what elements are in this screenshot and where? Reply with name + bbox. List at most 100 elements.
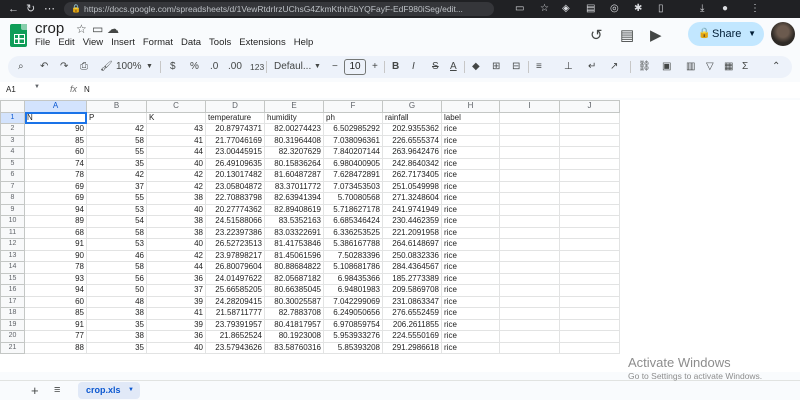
cell[interactable]: rice <box>441 192 500 205</box>
cell[interactable]: 40 <box>146 203 206 216</box>
cell[interactable]: 20.87974371 <box>205 123 265 136</box>
zoom-select[interactable]: 100% <box>116 56 142 78</box>
column-header-i[interactable]: I <box>499 100 560 113</box>
row-header[interactable]: 21 <box>0 341 25 354</box>
cell[interactable]: 26.52723513 <box>205 238 265 251</box>
cell[interactable]: 6.94801983 <box>323 284 383 297</box>
cell[interactable]: 35 <box>86 341 147 354</box>
cell[interactable]: 42 <box>146 169 206 182</box>
functions-button[interactable]: Σ <box>742 56 748 78</box>
menu-help[interactable]: Help <box>294 37 314 48</box>
cell[interactable]: 6.98435366 <box>323 272 383 285</box>
cell[interactable] <box>499 330 560 343</box>
cell[interactable]: 80.1923008 <box>264 330 324 343</box>
cell[interactable]: 88 <box>24 341 87 354</box>
text-color-button[interactable]: A <box>450 56 457 78</box>
cell[interactable]: ph <box>323 111 383 124</box>
cell[interactable] <box>559 261 620 274</box>
cell[interactable]: 54 <box>86 215 147 228</box>
undo-icon[interactable]: ↶ <box>40 56 48 78</box>
cell[interactable]: 271.3248604 <box>382 192 442 205</box>
text-rotation-icon[interactable]: ↗ <box>610 56 618 78</box>
user-avatar[interactable] <box>771 22 795 46</box>
cell[interactable]: 25.66585205 <box>205 284 265 297</box>
cell[interactable]: 263.9642476 <box>382 146 442 159</box>
share-dropdown-icon[interactable]: ▼ <box>748 22 756 46</box>
cell[interactable]: 7.840207144 <box>323 146 383 159</box>
print-icon[interactable]: ⎙ <box>80 56 88 78</box>
cell[interactable]: 264.6148697 <box>382 238 442 251</box>
formula-input[interactable]: N <box>84 85 90 94</box>
cell[interactable]: N <box>24 111 87 124</box>
cell[interactable] <box>559 238 620 251</box>
cell[interactable]: 83.58760316 <box>264 341 324 354</box>
cell[interactable]: 80.30025587 <box>264 295 324 308</box>
cell[interactable] <box>499 215 560 228</box>
menu-edit[interactable]: Edit <box>58 37 74 48</box>
cell[interactable] <box>499 249 560 262</box>
cell[interactable]: 82.89408619 <box>264 203 324 216</box>
menu-data[interactable]: Data <box>181 37 201 48</box>
cell[interactable]: 56 <box>86 272 147 285</box>
column-header-a[interactable]: A <box>24 100 87 113</box>
puzzle-icon[interactable]: ✱ <box>634 2 642 16</box>
cell[interactable] <box>559 330 620 343</box>
cell[interactable]: 7.038096361 <box>323 134 383 147</box>
cell[interactable]: 82.05687182 <box>264 272 324 285</box>
cell[interactable]: 5.953933276 <box>323 330 383 343</box>
cell[interactable]: 23.22397386 <box>205 226 265 239</box>
cell[interactable]: 83.37011772 <box>264 180 324 193</box>
cell[interactable]: 21.58711777 <box>205 307 265 320</box>
cell[interactable]: 38 <box>146 192 206 205</box>
column-header-c[interactable]: C <box>146 100 206 113</box>
cell[interactable]: 21.8652524 <box>205 330 265 343</box>
cast-icon[interactable]: ▭ <box>515 2 524 16</box>
cell[interactable] <box>559 249 620 262</box>
extension-icon[interactable]: ◈ <box>562 2 570 16</box>
cell[interactable]: 46 <box>86 249 147 262</box>
menu-extensions[interactable]: Extensions <box>239 37 285 48</box>
cell[interactable]: 242.8640342 <box>382 157 442 170</box>
cell[interactable]: 42 <box>86 123 147 136</box>
cell[interactable]: 60 <box>24 295 87 308</box>
row-header[interactable]: 19 <box>0 318 25 331</box>
cell[interactable]: 241.9741949 <box>382 203 442 216</box>
cell[interactable] <box>499 238 560 251</box>
cell[interactable] <box>499 226 560 239</box>
cell[interactable]: 40 <box>146 238 206 251</box>
cell[interactable] <box>499 123 560 136</box>
pdf-icon[interactable]: ▤ <box>586 2 595 16</box>
cell[interactable]: 58 <box>86 134 147 147</box>
cell[interactable] <box>559 134 620 147</box>
sheet-tab-dropdown-icon[interactable]: ▼ <box>128 382 134 399</box>
column-header-b[interactable]: B <box>86 100 147 113</box>
cell[interactable]: 77 <box>24 330 87 343</box>
cell[interactable]: humidity <box>264 111 324 124</box>
cell[interactable]: 38 <box>146 215 206 228</box>
cell[interactable]: 5.70080568 <box>323 192 383 205</box>
row-header[interactable]: 20 <box>0 330 25 343</box>
cell[interactable] <box>559 111 620 124</box>
cell[interactable]: rice <box>441 203 500 216</box>
column-header-e[interactable]: E <box>264 100 324 113</box>
meet-video-icon[interactable]: ▶ <box>650 26 662 44</box>
cell[interactable] <box>499 261 560 274</box>
cell[interactable] <box>559 169 620 182</box>
paint-format-icon[interactable]: 🖌 <box>100 56 113 78</box>
cell[interactable]: 24.01497622 <box>205 272 265 285</box>
cell[interactable]: rice <box>441 295 500 308</box>
cloud-saved-icon[interactable]: ☁ <box>107 22 119 36</box>
cell[interactable]: rice <box>441 226 500 239</box>
cell[interactable]: 185.2773389 <box>382 272 442 285</box>
cell[interactable]: 284.4364567 <box>382 261 442 274</box>
cell[interactable]: 23.00445915 <box>205 146 265 159</box>
cell[interactable]: 41 <box>146 307 206 320</box>
cell[interactable]: 80.31964408 <box>264 134 324 147</box>
cell[interactable]: 42 <box>146 249 206 262</box>
cell[interactable]: 42 <box>86 169 147 182</box>
cell[interactable]: 83.03322691 <box>264 226 324 239</box>
cell[interactable]: 24.51588066 <box>205 215 265 228</box>
cell[interactable]: 44 <box>146 146 206 159</box>
cell[interactable] <box>499 318 560 331</box>
cell[interactable]: 5.85393208 <box>323 341 383 354</box>
